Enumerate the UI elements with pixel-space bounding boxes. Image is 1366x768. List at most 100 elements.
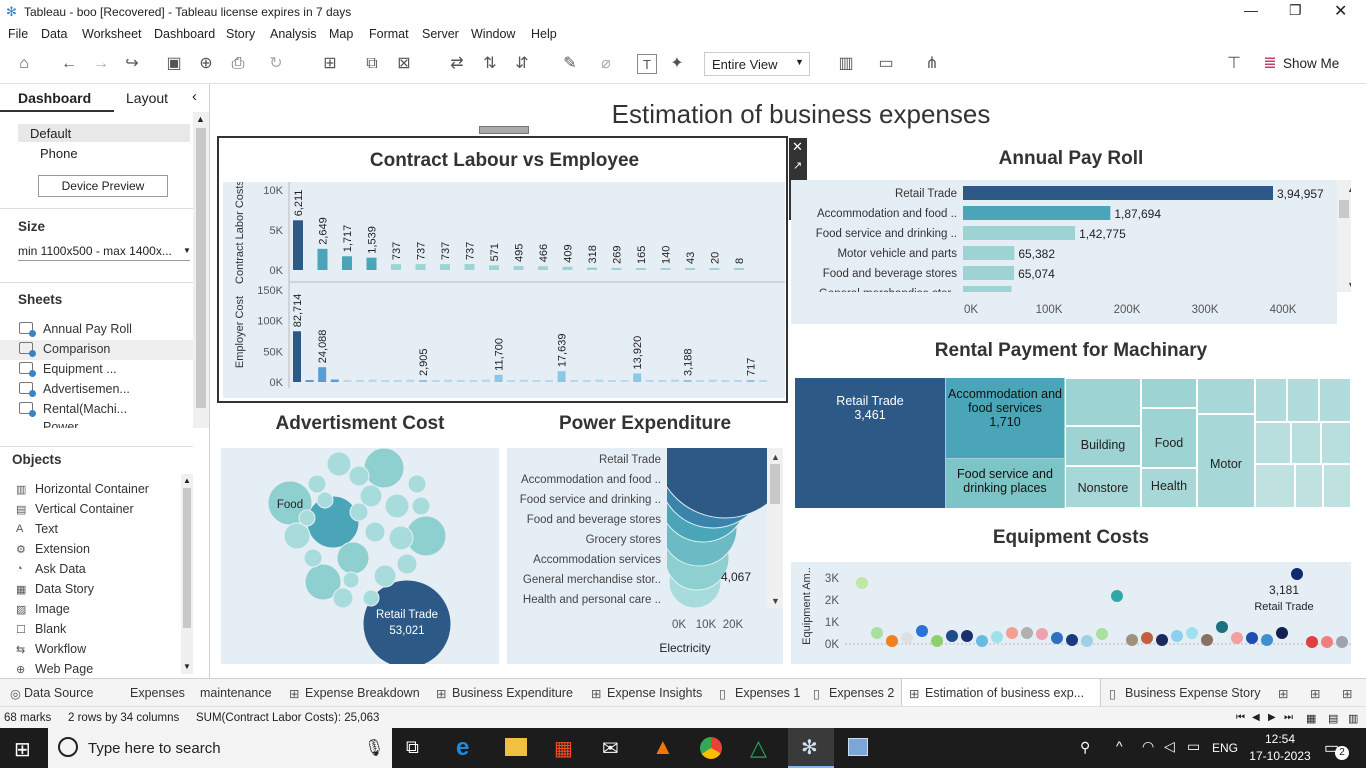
hidden-icons-icon[interactable]: ^ [1116,738,1123,754]
size-select[interactable]: min 1100x500 - max 1400x... [18,244,172,258]
object-item[interactable]: Horizontal Container [35,482,149,496]
go-to-sheet-icon[interactable]: ↗ [793,159,802,172]
sort-asc-icon[interactable]: ⇅ [480,54,500,74]
menu-map[interactable]: Map [329,27,353,41]
prev-page-icon[interactable]: ◀ [1252,712,1260,723]
treemap-cell[interactable] [1323,464,1351,508]
tab-layout[interactable]: Layout [126,90,168,106]
panel-scrollbar[interactable]: ▲ [193,112,209,428]
treemap-cell-nonstore[interactable]: Nonstore [1065,466,1141,508]
show-me-button[interactable]: Show Me [1283,56,1339,71]
object-item[interactable]: Blank [35,622,66,636]
menu-data[interactable]: Data [41,27,67,41]
tableau-taskbar-item[interactable]: ✻ [788,728,834,768]
presentation-icon[interactable]: ▭ [876,54,896,74]
replay-icon[interactable]: ↪ [122,54,142,74]
battery-icon[interactable]: ▭ [1187,738,1200,755]
film-view-icon[interactable]: ▤ [1328,712,1338,725]
store-icon[interactable]: ▦ [554,736,573,761]
menu-analysis[interactable]: Analysis [270,27,317,41]
tab-business-expenditure[interactable]: Business Expenditure [452,686,573,700]
object-item[interactable]: Workflow [35,642,86,656]
refresh-icon[interactable]: ↻ [266,54,286,74]
new-story-tab-icon[interactable]: ⊞ [1342,686,1352,701]
treemap-cell-health[interactable]: Health [1141,468,1197,508]
tab-expense-insights[interactable]: Expense Insights [607,686,702,700]
object-item[interactable]: Web Page [35,662,93,676]
chrome-icon[interactable] [700,737,722,759]
size-chevron-icon[interactable]: ▼ [183,246,191,255]
close-icon[interactable]: ✕ [1334,1,1347,21]
grid-view-icon[interactable]: ▦ [1306,712,1316,725]
windows-start-icon[interactable]: ⊞ [14,737,31,762]
tab-expenses[interactable]: Expenses [130,686,185,700]
object-item[interactable]: Image [35,602,70,616]
menu-server[interactable]: Server [422,27,459,41]
treemap-cell[interactable] [1291,422,1321,464]
format-painter-icon[interactable]: ⊤ [1224,54,1244,74]
collapse-icon[interactable]: ‹ [192,88,197,105]
treemap-cell[interactable] [1255,464,1295,508]
treemap-cell[interactable] [1295,464,1323,508]
menu-dashboard[interactable]: Dashboard [154,27,215,41]
treemap-cell[interactable] [1321,422,1351,464]
remove-icon[interactable]: ✕ [792,139,803,155]
tab-view-icon[interactable]: ▥ [1348,712,1358,725]
menu-file[interactable]: File [8,27,28,41]
menu-format[interactable]: Format [369,27,409,41]
object-item[interactable]: Data Story [35,582,94,596]
new-worksheet-icon[interactable]: ⊞ [320,54,340,74]
device-preview-button[interactable]: Device Preview [38,175,168,197]
tab-maintenance[interactable]: maintenance [200,686,272,700]
clock-date[interactable]: 17-10-2023 [1245,749,1315,763]
sheet-item[interactable]: Advertisemen... [43,382,130,396]
people-icon[interactable]: ⚲ [1080,739,1090,756]
file-explorer-icon[interactable] [505,738,527,756]
swap-icon[interactable]: ⇄ [447,54,467,74]
object-item[interactable]: Vertical Container [35,502,134,516]
tab-data-source[interactable]: Data Source [24,686,93,700]
tab-estimation[interactable]: Estimation of business exp... [925,686,1084,700]
treemap-cell[interactable] [1319,378,1351,422]
scroll-down-icon[interactable]: ▼ [183,662,191,671]
sheet-item[interactable]: Annual Pay Roll [43,322,132,336]
next-page-icon[interactable]: ▶ [1268,712,1276,723]
edge-icon[interactable]: e [456,734,469,762]
minimize-icon[interactable]: — [1244,2,1258,18]
tab-business-expense-story[interactable]: Business Expense Story [1125,686,1261,700]
treemap-cell-food-service[interactable]: Food service and drinking places [946,459,1064,508]
tab-expenses-1[interactable]: Expenses 1 [735,686,800,700]
sheet-item[interactable]: Power ... [43,420,92,428]
restore-icon[interactable]: ❐ [1289,2,1302,19]
group-icon[interactable]: ⌀ [596,54,616,74]
object-item[interactable]: Extension [35,542,90,556]
language-indicator[interactable]: ENG [1212,741,1238,755]
share-icon[interactable]: ⋔ [922,54,942,74]
pin-icon[interactable]: ✦ [667,54,687,74]
treemap-cell[interactable] [1197,378,1255,414]
new-datasource-icon[interactable]: ⊕ [196,54,216,74]
last-page-icon[interactable]: ⏭ [1284,712,1293,723]
device-phone[interactable]: Phone [40,146,78,161]
tab-expense-breakdown[interactable]: Expense Breakdown [305,686,420,700]
new-dashboard-tab-icon[interactable]: ⊞ [1310,686,1320,701]
scroll-up-icon[interactable]: ▲ [183,476,191,485]
clock-time[interactable]: 12:54 [1250,732,1310,746]
treemap-cell-motor[interactable]: Motor [1197,414,1255,508]
show-me-icon[interactable]: ≣ [1260,54,1280,74]
show-labels-icon[interactable]: T [637,54,657,74]
objects-scrollbar[interactable]: ▲ ▼ [181,474,193,674]
window-thumbnail-icon[interactable] [848,738,868,756]
treemap-cell-food[interactable]: Food [1141,408,1197,468]
task-view-icon[interactable]: ⧉ [406,737,419,758]
treemap-cell-accommodation[interactable]: Accommodation and food services 1,710 [946,378,1064,458]
home-icon[interactable]: ⌂ [14,54,34,74]
menu-worksheet[interactable]: Worksheet [82,27,142,41]
treemap-cell[interactable] [1065,378,1141,426]
volume-icon[interactable]: ◁ [1164,738,1175,755]
cards-icon[interactable]: ▥ [836,54,856,74]
treemap-cell[interactable] [1287,378,1319,422]
object-item[interactable]: Text [35,522,58,536]
menu-help[interactable]: Help [531,27,557,41]
undo-icon[interactable]: ← [59,54,79,74]
